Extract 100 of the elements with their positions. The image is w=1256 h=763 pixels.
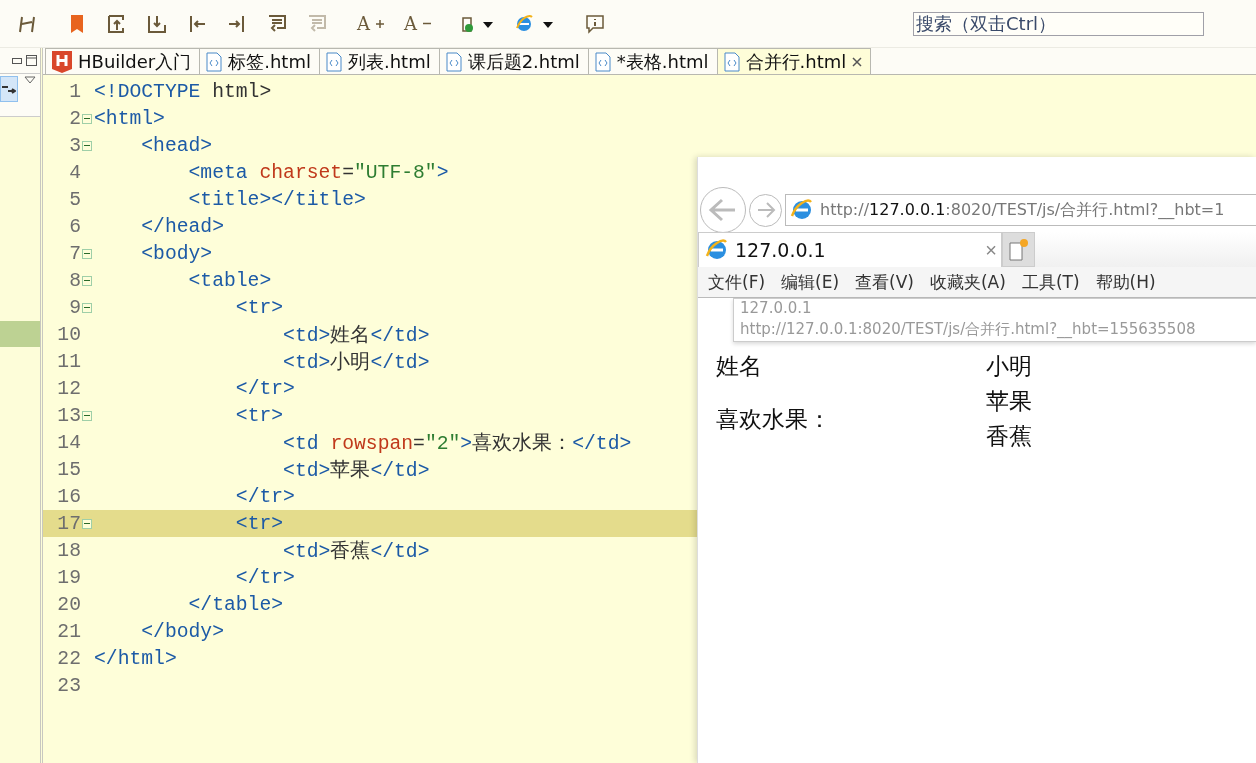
fold-icon[interactable]: [82, 113, 92, 124]
back-arrow-icon: [708, 198, 738, 222]
line-number: 7: [68, 242, 81, 265]
line-number: 20: [56, 593, 81, 616]
line-number: 3: [68, 134, 81, 157]
code-line: <tr>: [235, 512, 284, 535]
close-button[interactable]: ×: [985, 238, 997, 262]
suggestion-title: 127.0.0.1: [740, 299, 812, 317]
selected-row: [0, 321, 40, 347]
code-line: <td>姓名</td>: [283, 324, 430, 348]
fold-icon[interactable]: [82, 275, 92, 286]
address-bar[interactable]: http://127.0.0.1:8020/TEST/js/合并行.html?__hbt=1: [785, 194, 1256, 226]
line-number: 10: [56, 323, 81, 346]
code-line: <body>: [141, 242, 213, 265]
indent-right-icon: [227, 13, 247, 34]
fold-icon[interactable]: [82, 302, 92, 313]
comment-icon: [585, 13, 605, 34]
line-number: 13: [56, 404, 81, 427]
line-number: 8: [68, 269, 81, 292]
menu-item[interactable]: 帮助(H): [1095, 270, 1156, 294]
export-icon: [107, 13, 127, 34]
hbuilder-logo-icon: [52, 50, 72, 73]
code-line: <td rowspan="2">喜欢水果：</td>: [283, 431, 632, 456]
table-cell-text: 喜欢水果：: [716, 405, 832, 434]
format-icon: [267, 13, 287, 34]
menu-item[interactable]: 收藏夹(A): [929, 270, 1006, 294]
minus-icon: [423, 22, 431, 25]
code-line: </table>: [188, 593, 284, 616]
menu-item[interactable]: 文件(F): [708, 270, 766, 294]
code-line: <html>: [94, 107, 165, 130]
table-cell-text: 苹果: [986, 388, 1033, 416]
browser-icon: [705, 238, 729, 262]
browser-icon: [515, 13, 555, 34]
tab-label: 列表.html: [347, 49, 431, 74]
search-field[interactable]: 搜索（双击Ctrl）: [913, 11, 1204, 36]
code-line: </tr>: [235, 377, 295, 400]
fold-icon[interactable]: [82, 518, 92, 529]
line-number: 21: [56, 620, 81, 643]
line-number: 12: [56, 377, 81, 400]
code-line: </tr>: [235, 485, 295, 508]
maximize-icon[interactable]: [26, 55, 37, 66]
toolbar-button[interactable]: A: [404, 11, 431, 36]
editor-tab[interactable]: 课后题2.html: [438, 48, 589, 74]
dropdown-icon[interactable]: [24, 76, 36, 84]
tab-label: 课后题2.html: [467, 49, 580, 74]
line-number: 9: [68, 296, 81, 319]
line-number: 22: [56, 647, 81, 670]
line-number: 4: [68, 161, 81, 184]
code-line: <!DOCTYPE html>: [94, 80, 272, 103]
browser-tab[interactable]: 127.0.0.1 ×: [698, 232, 1002, 267]
tab-label: 合并行.html: [745, 49, 847, 74]
editor-tab[interactable]: *表格.html: [587, 48, 718, 74]
editor-tab[interactable]: HBuilder入门: [45, 48, 201, 74]
line-number: 6: [68, 215, 81, 238]
editor-tab[interactable]: 列表.html: [318, 48, 440, 74]
editor-tab[interactable]: 标签.html: [199, 48, 320, 74]
fold-icon[interactable]: [82, 140, 92, 151]
line-number: 11: [56, 350, 81, 373]
line-number: 5: [68, 188, 81, 211]
code-line: </body>: [141, 620, 224, 643]
code-line: <tr>: [235, 296, 284, 319]
code-line: <meta charset="UTF-8">: [188, 161, 449, 184]
url-text: http://127.0.0.1:8020/TEST/js/合并行.html?__hbt=1: [820, 199, 1225, 221]
close-icon[interactable]: [852, 56, 863, 67]
line-number: 18: [56, 539, 81, 562]
code-line: <td>小明</td>: [283, 350, 430, 375]
format-icon: [307, 13, 327, 34]
code-line: <head>: [141, 134, 213, 157]
suggestion-url: http://127.0.0.1:8020/TEST/js/合并行.html?__hbt=155635508: [740, 319, 1196, 341]
file-icon: [325, 51, 342, 72]
tab-label: HBuilder入门: [78, 49, 192, 74]
menu-item[interactable]: 查看(V): [855, 270, 914, 294]
minimize-icon[interactable]: [12, 57, 22, 64]
tab-label: 标签.html: [228, 49, 311, 74]
code-line: <table>: [188, 269, 272, 292]
line-number: 2: [68, 107, 81, 130]
code-line: </tr>: [235, 566, 295, 589]
code-line: <title></title>: [188, 188, 366, 211]
link-toggle-button[interactable]: [0, 76, 18, 102]
toolbar-button[interactable]: A: [357, 11, 384, 36]
fold-icon[interactable]: [82, 248, 92, 259]
line-number: 19: [56, 566, 81, 589]
file-icon: [206, 51, 223, 72]
new-page-icon: [1007, 237, 1030, 262]
line-number: 23: [56, 674, 81, 697]
file-icon: [594, 51, 611, 72]
browser-icon: [790, 198, 814, 222]
indent-left-icon: [187, 13, 207, 34]
code-line: <td>苹果</td>: [283, 458, 430, 483]
menu-item[interactable]: 编辑(E): [781, 270, 840, 294]
line-number: 1: [68, 80, 81, 103]
line-number: 14: [56, 431, 81, 454]
table-cell-text: 姓名: [716, 353, 763, 381]
fold-icon[interactable]: [82, 410, 92, 421]
code-line: <tr>: [235, 404, 284, 427]
file-icon: [445, 51, 462, 72]
editor-tab[interactable]: 合并行.html: [716, 48, 872, 74]
menu-item[interactable]: 工具(T): [1021, 270, 1080, 294]
code-line: <td>香蕉</td>: [283, 539, 430, 564]
line-number: 15: [56, 458, 81, 481]
